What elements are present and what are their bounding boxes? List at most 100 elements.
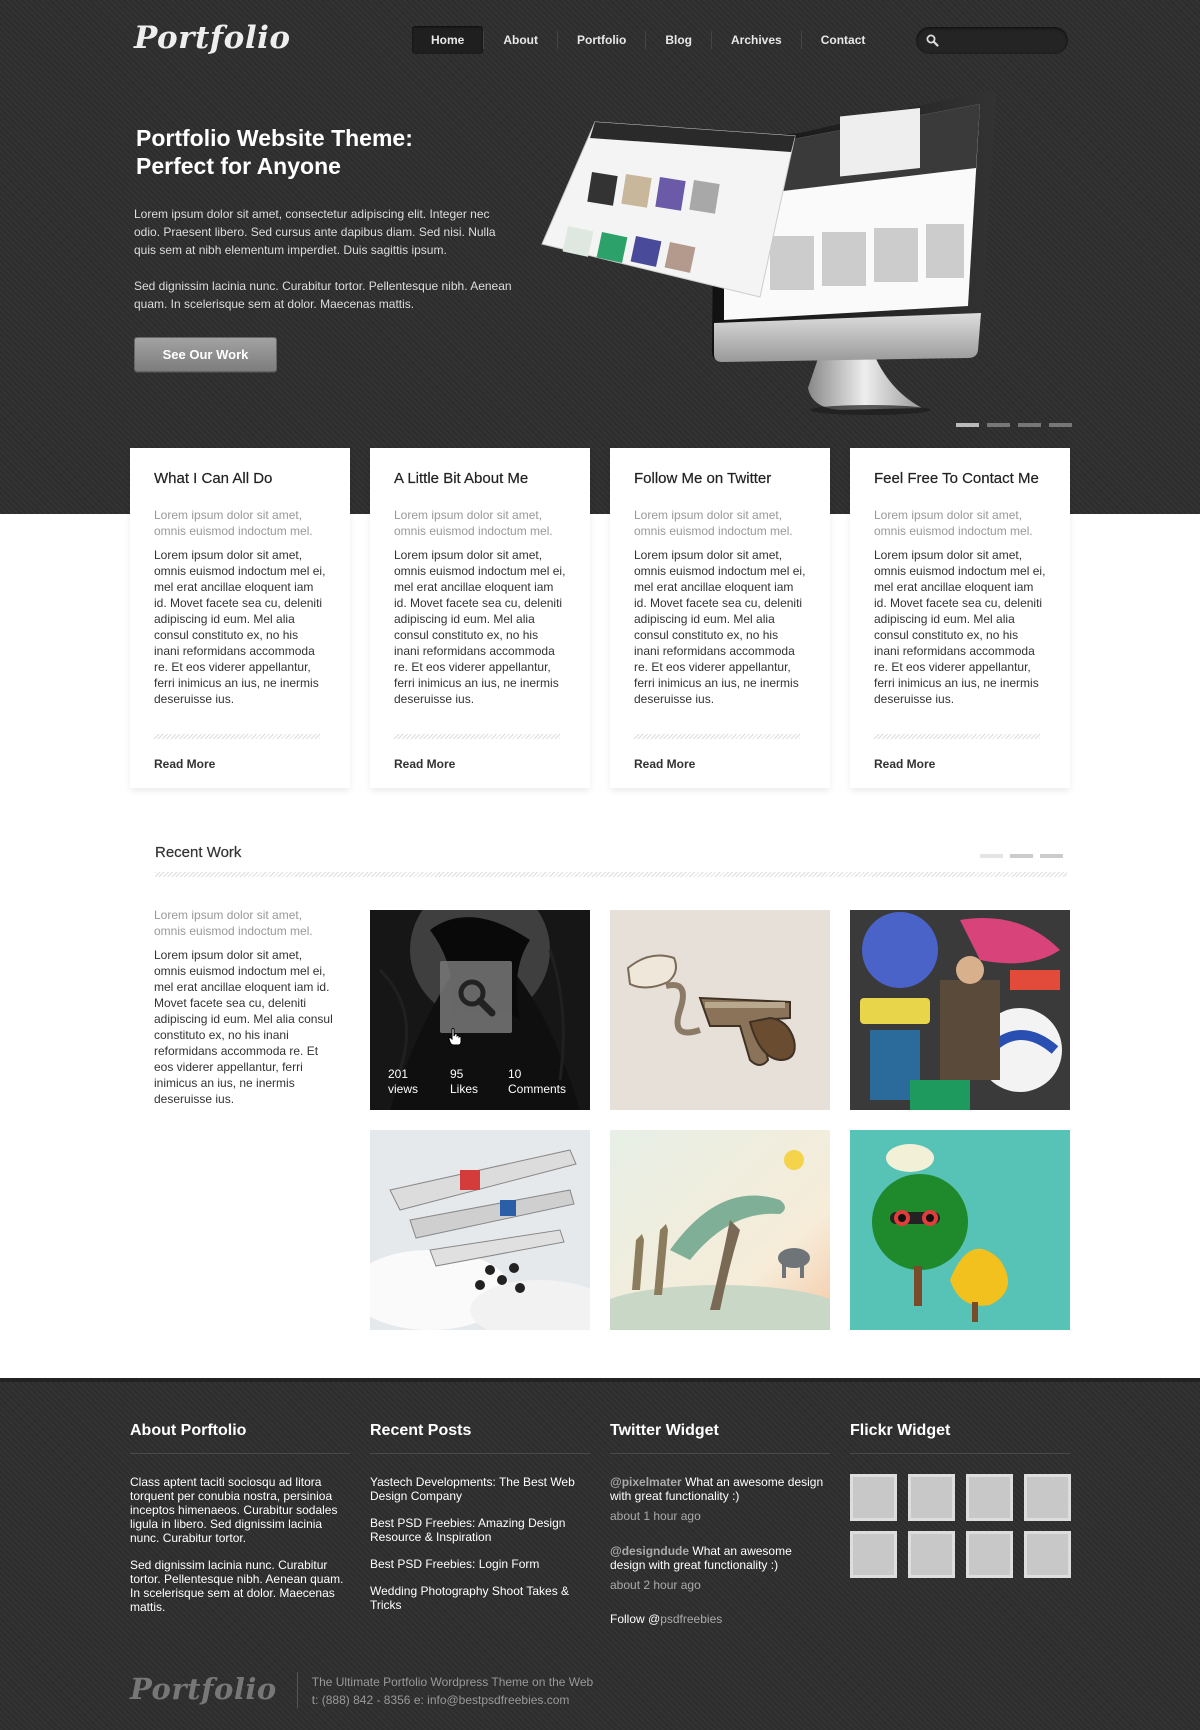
- read-more-link[interactable]: Read More: [154, 757, 215, 771]
- slider-dot[interactable]: [1049, 423, 1072, 427]
- hero-title-line: Perfect for Anyone: [136, 153, 341, 179]
- footer-flickr-title: Flickr Widget: [850, 1422, 1070, 1454]
- airplanes-artwork: [370, 1130, 590, 1330]
- pager-dot[interactable]: [1010, 854, 1033, 858]
- post-link[interactable]: Best PSD Freebies: Amazing Design Resour…: [370, 1516, 590, 1544]
- sticker-collage-artwork: [850, 910, 1070, 1110]
- slider-dot[interactable]: [987, 423, 1010, 427]
- feature-boxes: What I Can All Do Lorem ipsum dolor sit …: [130, 448, 1070, 788]
- feature-body: Lorem ipsum dolor sit amet, omnis euismo…: [634, 548, 806, 706]
- hero-section: Portfolio Home About Portfolio Blog Arch…: [0, 0, 1200, 514]
- thumb-stats: 201 views 95 Likes 10 Comments: [388, 1067, 588, 1097]
- nav-blog[interactable]: Blog: [646, 26, 711, 54]
- tweet-time: about 2 hour ago: [610, 1578, 701, 1592]
- read-more-link[interactable]: Read More: [634, 757, 695, 771]
- stat-label: views: [388, 1082, 419, 1096]
- footer-bottom-bar: Portfolio The Ultimate Portfolio Wordpre…: [130, 1672, 593, 1712]
- follow-link[interactable]: Follow @psdfreebies: [610, 1612, 830, 1626]
- feature-title: What I Can All Do: [154, 470, 273, 487]
- post-link[interactable]: Yastech Developments: The Best Web Desig…: [370, 1475, 590, 1503]
- follow-handle[interactable]: psdfreebies: [660, 1612, 722, 1626]
- tweet-time: about 1 hour ago: [610, 1509, 701, 1523]
- flickr-thumb[interactable]: [966, 1474, 1013, 1521]
- slider-dot[interactable]: [1018, 423, 1041, 427]
- follow-label: Follow: [610, 1612, 649, 1626]
- footer-about-p1: Class aptent taciti sociosqu ad litora t…: [130, 1475, 338, 1545]
- feature-body: Lorem ipsum dolor sit amet, omnis euismo…: [394, 548, 566, 706]
- tree-character-artwork: [850, 1130, 1070, 1330]
- stat-label: Likes: [450, 1082, 479, 1096]
- footer-flickr: Flickr Widget: [850, 1422, 1071, 1578]
- nav-archives[interactable]: Archives: [712, 26, 801, 54]
- flickr-thumb[interactable]: [850, 1474, 897, 1521]
- follow-at: @: [648, 1612, 661, 1626]
- portfolio-thumb-giraffes-desert[interactable]: [610, 1130, 830, 1330]
- bang-pistol-artwork: [610, 910, 830, 1110]
- portfolio-thumb-bang-pistol[interactable]: [610, 910, 830, 1110]
- footer-twitter-title: Twitter Widget: [610, 1422, 830, 1454]
- footer-logo[interactable]: Portfolio: [130, 1672, 277, 1706]
- footer-info: The Ultimate Portfolio Wordpress Theme o…: [312, 1672, 593, 1709]
- feature-body: Lorem ipsum dolor sit amet, omnis euismo…: [154, 548, 326, 706]
- tweet-handle[interactable]: @pixelmater: [610, 1475, 682, 1489]
- recent-work-description: Lorem ipsum dolor sit amet, omnis euismo…: [154, 907, 334, 1107]
- feature-box: A Little Bit About Me Lorem ipsum dolor …: [370, 448, 590, 788]
- nav-home[interactable]: Home: [412, 26, 484, 54]
- monitor-illustration: [541, 89, 996, 415]
- read-more-link[interactable]: Read More: [394, 757, 455, 771]
- flickr-thumb[interactable]: [908, 1474, 955, 1521]
- post-link[interactable]: Best PSD Freebies: Login Form: [370, 1557, 590, 1571]
- nav-contact[interactable]: Contact: [802, 26, 885, 54]
- flickr-thumb[interactable]: [850, 1531, 897, 1578]
- feature-box: Follow Me on Twitter Lorem ipsum dolor s…: [610, 448, 830, 788]
- tweet-handle[interactable]: @designdude: [610, 1544, 689, 1558]
- post-link[interactable]: Wedding Photography Shoot Takes & Tricks: [370, 1584, 590, 1612]
- slider-dot[interactable]: [956, 423, 979, 427]
- flickr-thumb[interactable]: [1024, 1531, 1071, 1578]
- magnifier-icon: [458, 979, 496, 1017]
- feature-body: Lorem ipsum dolor sit amet, omnis euismo…: [874, 548, 1046, 706]
- portfolio-thumb-airplanes[interactable]: [370, 1130, 590, 1330]
- hero-slider-dots: [956, 423, 1072, 427]
- portfolio-thumb-tree-character[interactable]: [850, 1130, 1070, 1330]
- zoom-button[interactable]: [440, 961, 512, 1033]
- see-our-work-button[interactable]: See Our Work: [134, 337, 277, 372]
- portfolio-thumb-dark-hair[interactable]: 201 views 95 Likes 10 Comments: [370, 910, 590, 1110]
- recent-work-pager: [980, 854, 1063, 858]
- flickr-thumb[interactable]: [1024, 1474, 1071, 1521]
- flickr-thumb[interactable]: [908, 1531, 955, 1578]
- feature-lead: Lorem ipsum dolor sit amet, omnis euismo…: [874, 508, 1033, 538]
- portfolio-thumb-sticker-collage[interactable]: [850, 910, 1070, 1110]
- stat-value: 201: [388, 1067, 409, 1081]
- pager-dot[interactable]: [1040, 854, 1063, 858]
- feature-title: A Little Bit About Me: [394, 470, 529, 487]
- site-logo[interactable]: Portfolio: [134, 20, 291, 56]
- footer-recent-posts: Recent Posts Yastech Developments: The B…: [370, 1422, 590, 1612]
- feature-title: Follow Me on Twitter: [634, 470, 772, 487]
- hero-paragraph: Lorem ipsum dolor sit amet, consectetur …: [134, 207, 496, 257]
- hero-title-line: Portfolio Website Theme:: [136, 125, 413, 151]
- stat-likes: 95 Likes: [450, 1067, 508, 1097]
- nav-about[interactable]: About: [484, 26, 557, 54]
- divider: [874, 734, 1040, 739]
- pager-dot[interactable]: [980, 854, 1003, 858]
- footer-about-title: About Porftolio: [130, 1422, 350, 1454]
- flickr-thumb[interactable]: [966, 1531, 1013, 1578]
- footer-twitter: Twitter Widget @pixelmater What an aweso…: [610, 1422, 830, 1626]
- hero-title: Portfolio Website Theme: Perfect for Any…: [136, 124, 536, 180]
- feature-box: Feel Free To Contact Me Lorem ipsum dolo…: [850, 448, 1070, 788]
- stat-comments: 10 Comments: [508, 1067, 588, 1097]
- nav-portfolio[interactable]: Portfolio: [558, 26, 645, 54]
- divider: [155, 872, 1067, 877]
- search-box[interactable]: [916, 27, 1068, 54]
- tweet: @pixelmater What an awesome design with …: [610, 1475, 830, 1523]
- recent-work-title: Recent Work: [155, 844, 242, 861]
- hero-paragraph: Sed dignissim lacinia nunc. Curabitur to…: [134, 279, 512, 311]
- divider: [634, 734, 800, 739]
- recent-work-lead: Lorem ipsum dolor sit amet, omnis euismo…: [154, 908, 313, 938]
- divider: [394, 734, 560, 739]
- footer-about: About Porftolio Class aptent taciti soci…: [130, 1422, 350, 1614]
- feature-lead: Lorem ipsum dolor sit amet, omnis euismo…: [634, 508, 793, 538]
- search-input[interactable]: [944, 31, 1060, 50]
- read-more-link[interactable]: Read More: [874, 757, 935, 771]
